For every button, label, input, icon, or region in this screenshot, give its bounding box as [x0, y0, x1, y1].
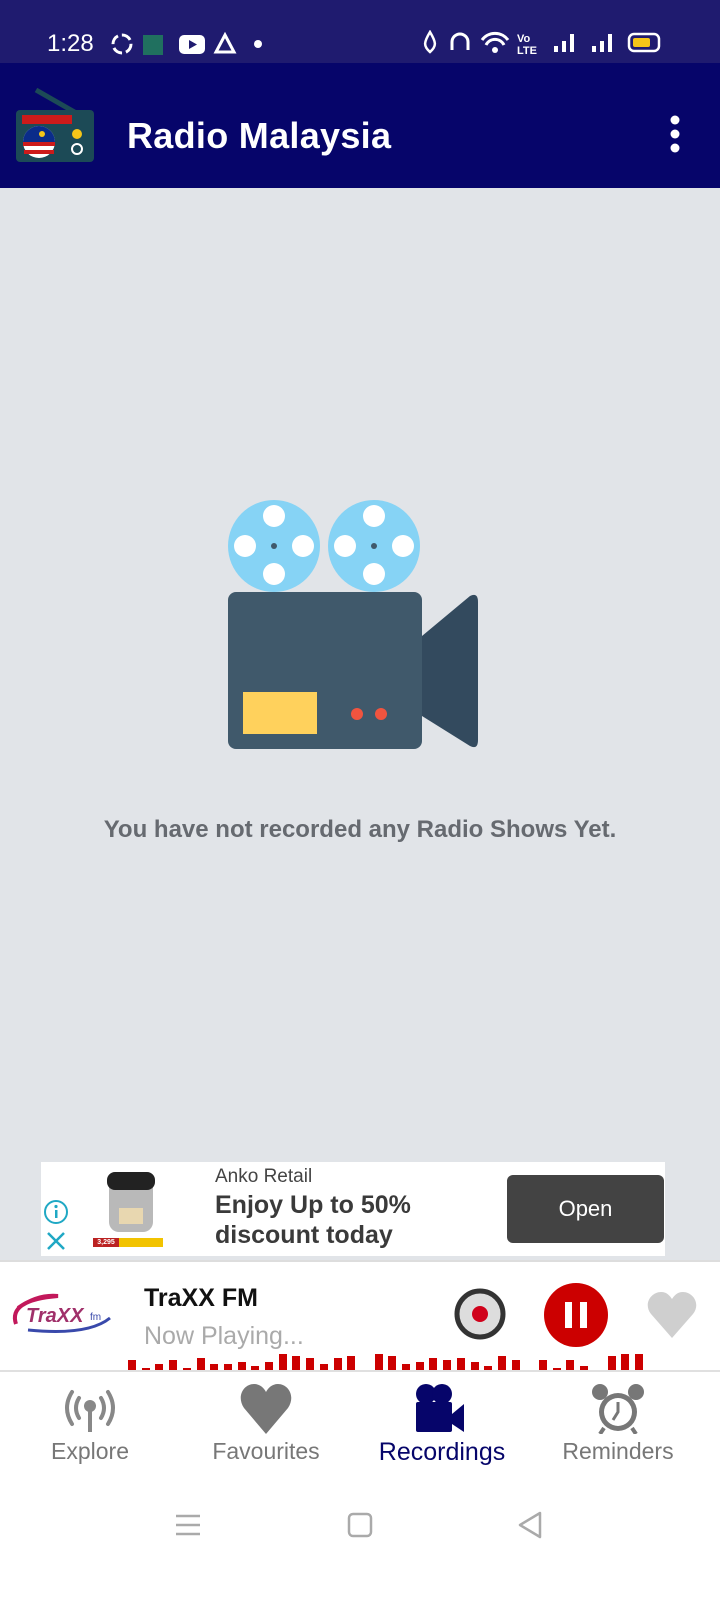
visualizer-bar — [443, 1360, 452, 1370]
visualizer-bar — [223, 1364, 232, 1370]
visualizer-bar — [566, 1360, 575, 1370]
svg-text:fm: fm — [90, 1312, 101, 1323]
visualizer-bar — [539, 1360, 547, 1370]
visualizer-bar — [292, 1356, 301, 1370]
visualizer-bar — [374, 1354, 383, 1370]
visualizer-bar — [415, 1362, 424, 1370]
ad-price-banner — [119, 1238, 163, 1247]
recordings-content: You have not recorded any Radio Shows Ye… — [0, 188, 720, 1260]
now-playing-status: Now Playing... — [144, 1322, 304, 1350]
nav-explore-label: Explore — [51, 1438, 129, 1464]
home-icon[interactable] — [345, 1510, 375, 1540]
status-notification-icons — [111, 31, 262, 55]
heart-icon — [240, 1384, 292, 1434]
visualizer-bar — [210, 1364, 219, 1370]
movie-camera-icon — [228, 500, 478, 749]
visualizer-bar — [141, 1368, 150, 1370]
svg-text:TraXX: TraXX — [26, 1305, 85, 1327]
status-bar: 1:28 Vo LTE — [0, 0, 720, 63]
app-bar: Radio Malaysia — [0, 63, 720, 188]
visualizer-bar — [251, 1366, 260, 1370]
visualizer-bar — [182, 1368, 191, 1370]
station-name: TraXX FM — [144, 1284, 258, 1312]
visualizer-bar — [634, 1354, 643, 1370]
app-title: Radio Malaysia — [127, 115, 392, 156]
video-camera-icon — [416, 1384, 464, 1432]
nav-recordings-label: Recordings — [378, 1438, 506, 1466]
visualizer-bar — [402, 1364, 410, 1370]
ad-price-tag: 3,295 — [93, 1238, 119, 1247]
visualizer-bar — [388, 1356, 397, 1370]
visualizer-bar — [128, 1360, 136, 1370]
visualizer-bar — [196, 1358, 205, 1370]
status-system-icons: VoLTE — [423, 30, 661, 57]
nav-reminders[interactable]: Reminders — [528, 1372, 708, 1492]
visualizer-bar — [552, 1368, 561, 1370]
system-nav-bar — [0, 1492, 720, 1600]
visualizer-bar — [306, 1358, 315, 1370]
visualizer-bar — [484, 1366, 493, 1370]
ad-product-image — [107, 1172, 155, 1232]
svg-text:Vo: Vo — [517, 33, 531, 45]
record-button[interactable] — [454, 1288, 506, 1340]
nav-recordings[interactable]: Recordings — [352, 1372, 532, 1492]
visualizer-bar — [470, 1362, 479, 1370]
visualizer-bar — [169, 1360, 178, 1370]
more-vert-icon[interactable] — [665, 115, 685, 155]
nav-favourites[interactable]: Favourites — [176, 1372, 356, 1492]
status-time: 1:28 — [47, 30, 94, 57]
nav-reminders-label: Reminders — [562, 1438, 674, 1464]
visualizer-bar — [347, 1356, 356, 1370]
visualizer-bar — [265, 1362, 273, 1370]
visualizer-bar — [155, 1364, 164, 1370]
visualizer-bar — [607, 1356, 616, 1370]
back-icon[interactable] — [515, 1510, 545, 1540]
bottom-nav: Explore Favourites Recordings Reminders — [0, 1372, 720, 1492]
visualizer-bar — [621, 1354, 630, 1370]
visualizer-bar — [580, 1366, 589, 1370]
visualizer-bar — [278, 1354, 287, 1370]
visualizer-bar — [333, 1358, 342, 1370]
station-logo: TraXX fm — [12, 1293, 111, 1333]
nav-favourites-label: Favourites — [212, 1438, 320, 1464]
alarm-clock-icon — [592, 1384, 644, 1434]
ad-open-button[interactable]: Open — [507, 1175, 664, 1243]
app-logo-radio-icon — [16, 88, 94, 162]
empty-state-message: You have not recorded any Radio Shows Ye… — [103, 816, 617, 843]
pause-button[interactable] — [543, 1282, 609, 1348]
ad-advertiser: Anko Retail — [215, 1166, 313, 1187]
visualizer-bar — [319, 1364, 328, 1370]
favourite-heart-icon[interactable] — [647, 1292, 697, 1338]
visualizer-bar — [511, 1360, 520, 1370]
antenna-icon — [65, 1390, 115, 1432]
ad-banner[interactable]: 3,295 Anko Retail Enjoy Up to 50% discou… — [41, 1162, 665, 1256]
audio-visualizer — [128, 1350, 720, 1370]
visualizer-bar — [237, 1362, 246, 1370]
visualizer-bar — [497, 1356, 506, 1370]
visualizer-bar — [456, 1358, 465, 1370]
mini-player[interactable]: TraXX fm TraXX FM Now Playing... — [0, 1260, 720, 1372]
menu-icon[interactable] — [173, 1510, 203, 1540]
nav-explore[interactable]: Explore — [0, 1372, 180, 1492]
svg-text:LTE: LTE — [517, 45, 537, 57]
ad-headline: Enjoy Up to 50% discount today — [215, 1191, 411, 1249]
visualizer-bar — [429, 1358, 438, 1370]
